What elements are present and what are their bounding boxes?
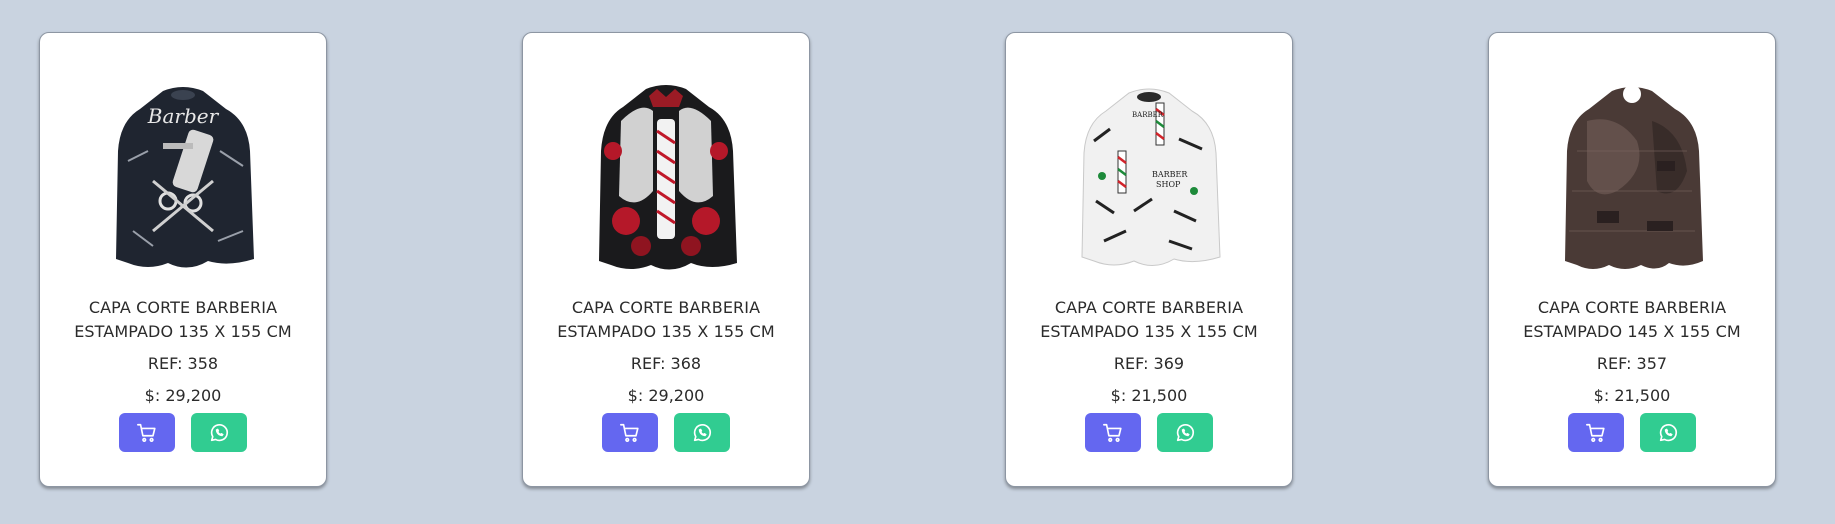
- product-card: Barber CAPA CORTE BARBERIA ESTAMPADO 135…: [39, 32, 327, 487]
- product-title-line2: ESTAMPADO 145 X 155 CM: [1523, 322, 1741, 341]
- product-actions: [602, 413, 730, 452]
- whatsapp-icon: [210, 423, 229, 441]
- product-card: CAPA CORTE BARBERIA ESTAMPADO 145 X 155 …: [1488, 32, 1776, 487]
- add-to-cart-button[interactable]: [602, 413, 658, 452]
- product-card: CAPA CORTE BARBERIA ESTAMPADO 135 X 155 …: [522, 32, 810, 487]
- product-title[interactable]: CAPA CORTE BARBERIA ESTAMPADO 135 X 155 …: [546, 296, 786, 344]
- product-price: $: 21,500: [1593, 386, 1671, 405]
- cart-icon: [620, 423, 639, 442]
- product-title-line2: ESTAMPADO 135 X 155 CM: [74, 322, 292, 341]
- product-image[interactable]: Barber: [108, 81, 258, 276]
- add-to-cart-button[interactable]: [119, 413, 175, 452]
- svg-text:Barber: Barber: [147, 104, 220, 128]
- product-image[interactable]: BARBER BARBER SHOP: [1074, 81, 1224, 276]
- product-title[interactable]: CAPA CORTE BARBERIA ESTAMPADO 135 X 155 …: [1029, 296, 1269, 344]
- product-actions: [1568, 413, 1696, 452]
- product-image[interactable]: [1557, 81, 1707, 276]
- cart-icon: [137, 423, 156, 442]
- product-title-line1: CAPA CORTE BARBERIA: [88, 298, 278, 317]
- product-title[interactable]: CAPA CORTE BARBERIA ESTAMPADO 145 X 155 …: [1512, 296, 1752, 344]
- whatsapp-button[interactable]: [674, 413, 730, 452]
- cart-icon: [1586, 423, 1605, 442]
- product-grid: Barber CAPA CORTE BARBERIA ESTAMPADO 135…: [39, 32, 1776, 487]
- whatsapp-button[interactable]: [191, 413, 247, 452]
- product-title-line2: ESTAMPADO 135 X 155 CM: [1040, 322, 1258, 341]
- product-ref: REF: 369: [1113, 354, 1185, 373]
- whatsapp-button[interactable]: [1640, 413, 1696, 452]
- whatsapp-icon: [1659, 423, 1678, 441]
- product-card: BARBER BARBER SHOP CAPA CORTE BARBERIA E…: [1005, 32, 1293, 487]
- product-actions: [119, 413, 247, 452]
- svg-text:BARBER: BARBER: [1152, 170, 1188, 179]
- whatsapp-icon: [1176, 423, 1195, 441]
- whatsapp-button[interactable]: [1157, 413, 1213, 452]
- product-title-line1: CAPA CORTE BARBERIA: [1054, 298, 1244, 317]
- product-ref: REF: 368: [630, 354, 702, 373]
- svg-text:SHOP: SHOP: [1156, 180, 1181, 189]
- cart-icon: [1103, 423, 1122, 442]
- product-price: $: 21,500: [1110, 386, 1188, 405]
- product-title-line2: ESTAMPADO 135 X 155 CM: [557, 322, 775, 341]
- add-to-cart-button[interactable]: [1568, 413, 1624, 452]
- product-title-line1: CAPA CORTE BARBERIA: [1537, 298, 1727, 317]
- whatsapp-icon: [693, 423, 712, 441]
- svg-text:BARBER: BARBER: [1132, 111, 1164, 119]
- product-ref: REF: 358: [147, 354, 219, 373]
- product-ref: REF: 357: [1596, 354, 1668, 373]
- product-image[interactable]: [591, 81, 741, 276]
- add-to-cart-button[interactable]: [1085, 413, 1141, 452]
- product-title-line1: CAPA CORTE BARBERIA: [571, 298, 761, 317]
- product-title[interactable]: CAPA CORTE BARBERIA ESTAMPADO 135 X 155 …: [63, 296, 303, 344]
- product-actions: [1085, 413, 1213, 452]
- product-price: $: 29,200: [627, 386, 705, 405]
- product-price: $: 29,200: [144, 386, 222, 405]
